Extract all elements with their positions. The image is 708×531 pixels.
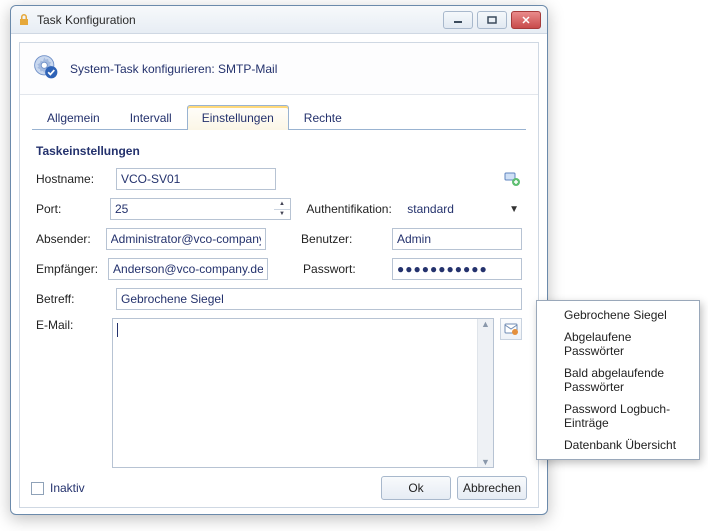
form-area: Hostname: Port: ▲ ▼: [36, 168, 522, 468]
menu-item-expiring-passwords[interactable]: Bald abgelaufende Passwörter: [540, 362, 696, 398]
dialog-header-text: System-Task konfigurieren: SMTP-Mail: [70, 62, 277, 76]
tab-rights[interactable]: Rechte: [289, 105, 357, 130]
menu-item-password-log[interactable]: Password Logbuch-Einträge: [540, 398, 696, 434]
label-sender: Absender:: [36, 232, 96, 246]
sender-field[interactable]: [106, 228, 266, 250]
email-body-textarea[interactable]: ▲ ▼: [112, 318, 494, 468]
label-user: Benutzer:: [301, 232, 382, 246]
cancel-button[interactable]: Abbrechen: [457, 476, 527, 500]
chevron-down-icon: ▼: [506, 204, 522, 215]
label-recipient: Empfänger:: [36, 262, 98, 276]
dialog-header: System-Task konfigurieren: SMTP-Mail: [20, 43, 538, 95]
label-port: Port:: [36, 202, 100, 216]
inactive-checkbox[interactable]: Inaktiv: [31, 481, 85, 495]
tab-general[interactable]: Allgemein: [32, 105, 115, 130]
label-password: Passwort:: [303, 262, 382, 276]
user-field[interactable]: [392, 228, 522, 250]
label-auth: Authentifikation:: [306, 202, 393, 216]
tab-interval[interactable]: Intervall: [115, 105, 187, 130]
lock-icon: [17, 13, 31, 27]
dialog-body: System-Task konfigurieren: SMTP-Mail All…: [19, 42, 539, 508]
label-hostname: Hostname:: [36, 172, 106, 186]
menu-item-db-overview[interactable]: Datenbank Übersicht: [540, 434, 696, 456]
auth-dropdown[interactable]: standard ▼: [403, 198, 522, 220]
port-field[interactable]: [110, 198, 274, 220]
title-bar[interactable]: Task Konfiguration: [11, 6, 547, 34]
menu-item-expired-passwords[interactable]: Abgelaufene Passwörter: [540, 326, 696, 362]
recipient-field[interactable]: [108, 258, 268, 280]
window-title: Task Konfiguration: [37, 13, 443, 27]
text-caret: [117, 323, 118, 337]
menu-item-broken-seals[interactable]: Gebrochene Siegel: [540, 304, 696, 326]
port-spinner[interactable]: ▲ ▼: [274, 198, 291, 220]
label-subject: Betreff:: [36, 292, 106, 306]
auth-value: standard: [403, 202, 506, 216]
test-connection-icon[interactable]: [502, 169, 522, 189]
close-button[interactable]: [511, 11, 541, 29]
checkbox-icon: [31, 482, 44, 495]
label-email: E-Mail:: [36, 318, 106, 332]
textarea-scrollbar[interactable]: ▲ ▼: [477, 319, 493, 467]
maximize-button[interactable]: [477, 11, 507, 29]
gear-check-icon: [32, 53, 60, 84]
subject-field[interactable]: [116, 288, 522, 310]
inactive-label: Inaktiv: [50, 481, 85, 495]
section-title: Taskeinstellungen: [36, 144, 522, 158]
tab-bar: Allgemein Intervall Einstellungen Rechte: [32, 105, 526, 130]
ok-button[interactable]: Ok: [381, 476, 451, 500]
scroll-down-icon[interactable]: ▼: [481, 457, 490, 467]
minimize-button[interactable]: [443, 11, 473, 29]
dialog-window: Task Konfiguration: [10, 5, 548, 515]
password-field[interactable]: [392, 258, 522, 280]
spinner-down-icon[interactable]: ▼: [274, 210, 290, 220]
spinner-up-icon[interactable]: ▲: [274, 199, 290, 210]
scroll-up-icon[interactable]: ▲: [481, 319, 490, 329]
hostname-field[interactable]: [116, 168, 276, 190]
insert-template-button[interactable]: [500, 318, 522, 340]
template-context-menu: Gebrochene Siegel Abgelaufene Passwörter…: [536, 300, 700, 460]
dialog-footer: Inaktiv Ok Abbrechen: [11, 476, 547, 500]
tab-settings[interactable]: Einstellungen: [187, 105, 289, 130]
